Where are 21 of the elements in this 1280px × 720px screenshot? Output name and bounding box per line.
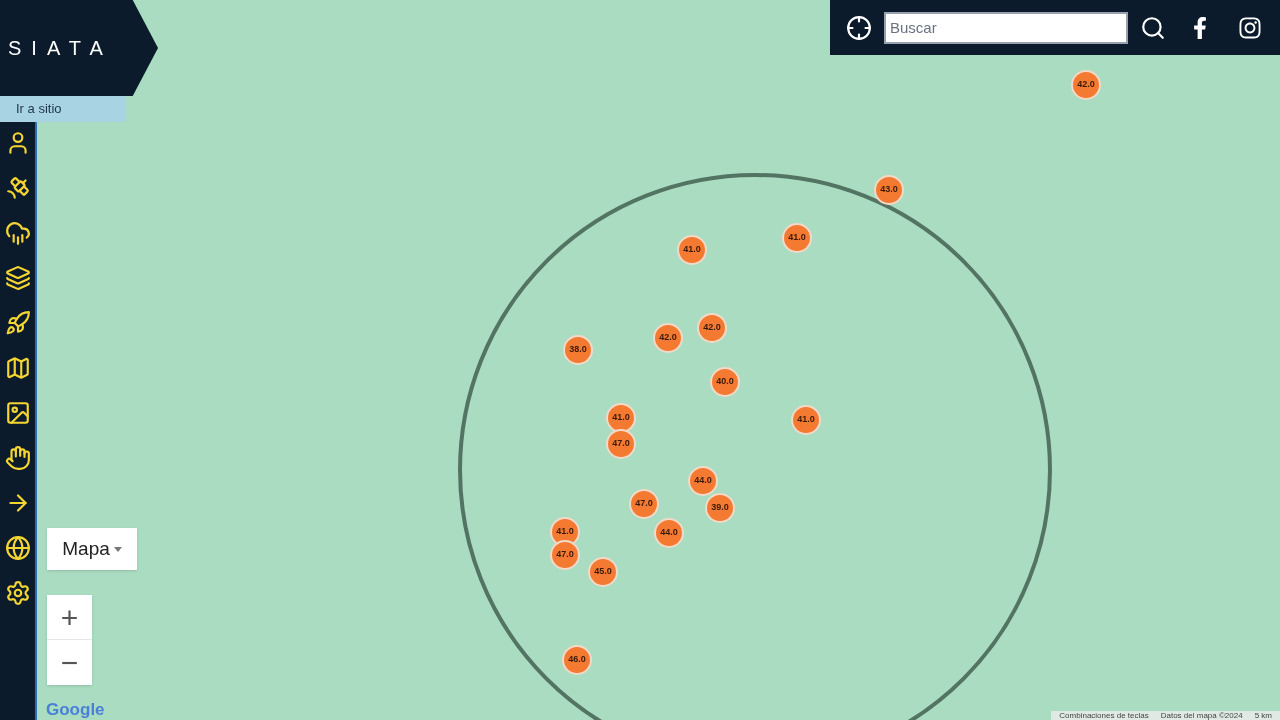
search-icon[interactable]	[1140, 14, 1166, 41]
locate-icon[interactable]	[846, 14, 872, 41]
rain-cloud-icon[interactable]	[4, 220, 31, 246]
hand-icon[interactable]	[4, 445, 31, 471]
site-link[interactable]: Ir a sitio	[0, 96, 125, 122]
globe-icon[interactable]	[4, 535, 31, 561]
caret-icon	[113, 546, 122, 552]
gear-icon[interactable]	[4, 580, 31, 606]
zoom-out-button[interactable]: −	[47, 640, 92, 685]
map-attribution: Combinaciones de teclas	[1059, 711, 1149, 720]
instagram-icon[interactable]	[1238, 15, 1262, 40]
search-field[interactable]: Buscar	[884, 11, 1128, 44]
layers-icon[interactable]	[4, 265, 31, 291]
zoom-in-button[interactable]: +	[47, 595, 92, 640]
image-icon[interactable]	[4, 400, 31, 426]
logo-text: SIATA	[8, 36, 113, 61]
logo-banner[interactable]: SIATA	[0, 0, 158, 96]
map-attribution: 5 km	[1254, 711, 1272, 720]
map-attribution: Datos del mapa ©2024	[1160, 711, 1243, 720]
map-provider-logo: Google	[46, 701, 105, 718]
map-type-dropdown[interactable]: Mapa	[47, 528, 137, 570]
